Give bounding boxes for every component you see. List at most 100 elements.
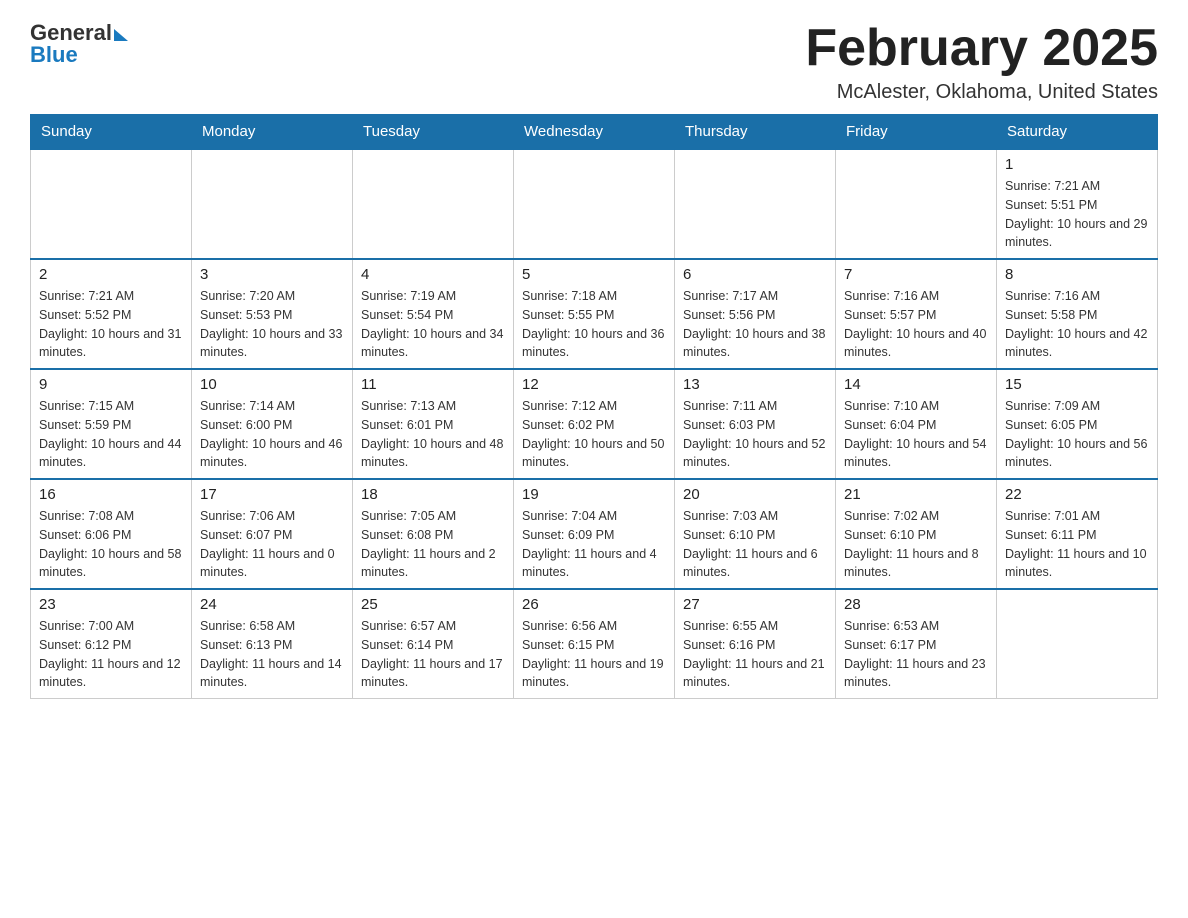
day-number: 8 bbox=[1005, 266, 1149, 283]
day-number: 18 bbox=[361, 486, 505, 503]
calendar-day-cell: 1 Sunrise: 7:21 AMSunset: 5:51 PMDaylight… bbox=[997, 149, 1158, 259]
day-number: 11 bbox=[361, 376, 505, 393]
calendar-day-cell: 15 Sunrise: 7:09 AMSunset: 6:05 PMDayligh… bbox=[997, 369, 1158, 479]
day-of-week-header: Saturday bbox=[997, 115, 1158, 150]
day-number: 13 bbox=[683, 376, 827, 393]
calendar-day-cell: 18 Sunrise: 7:05 AMSunset: 6:08 PMDayligh… bbox=[353, 479, 514, 589]
day-info: Sunrise: 7:02 AMSunset: 6:10 PMDaylight:… bbox=[844, 507, 988, 582]
day-number: 7 bbox=[844, 266, 988, 283]
day-info: Sunrise: 6:58 AMSunset: 6:13 PMDaylight:… bbox=[200, 617, 344, 692]
day-info: Sunrise: 7:19 AMSunset: 5:54 PMDaylight:… bbox=[361, 287, 505, 362]
logo: General Blue bbox=[30, 20, 128, 68]
day-number: 5 bbox=[522, 266, 666, 283]
day-info: Sunrise: 7:01 AMSunset: 6:11 PMDaylight:… bbox=[1005, 507, 1149, 582]
calendar-day-cell: 6 Sunrise: 7:17 AMSunset: 5:56 PMDaylight… bbox=[675, 259, 836, 369]
day-info: Sunrise: 7:00 AMSunset: 6:12 PMDaylight:… bbox=[39, 617, 183, 692]
calendar-day-cell: 5 Sunrise: 7:18 AMSunset: 5:55 PMDaylight… bbox=[514, 259, 675, 369]
day-of-week-header: Monday bbox=[192, 115, 353, 150]
day-number: 15 bbox=[1005, 376, 1149, 393]
day-of-week-header: Tuesday bbox=[353, 115, 514, 150]
day-of-week-header: Thursday bbox=[675, 115, 836, 150]
day-info: Sunrise: 7:09 AMSunset: 6:05 PMDaylight:… bbox=[1005, 397, 1149, 472]
day-number: 19 bbox=[522, 486, 666, 503]
calendar-day-cell: 22 Sunrise: 7:01 AMSunset: 6:11 PMDayligh… bbox=[997, 479, 1158, 589]
day-info: Sunrise: 7:05 AMSunset: 6:08 PMDaylight:… bbox=[361, 507, 505, 582]
day-info: Sunrise: 7:14 AMSunset: 6:00 PMDaylight:… bbox=[200, 397, 344, 472]
calendar-day-cell: 13 Sunrise: 7:11 AMSunset: 6:03 PMDayligh… bbox=[675, 369, 836, 479]
calendar-day-cell: 16 Sunrise: 7:08 AMSunset: 6:06 PMDayligh… bbox=[31, 479, 192, 589]
day-number: 21 bbox=[844, 486, 988, 503]
day-info: Sunrise: 7:03 AMSunset: 6:10 PMDaylight:… bbox=[683, 507, 827, 582]
day-of-week-header: Wednesday bbox=[514, 115, 675, 150]
day-info: Sunrise: 7:18 AMSunset: 5:55 PMDaylight:… bbox=[522, 287, 666, 362]
day-info: Sunrise: 7:16 AMSunset: 5:58 PMDaylight:… bbox=[1005, 287, 1149, 362]
calendar-day-cell bbox=[514, 149, 675, 259]
calendar-day-cell: 2 Sunrise: 7:21 AMSunset: 5:52 PMDaylight… bbox=[31, 259, 192, 369]
calendar-day-cell: 10Sunrise: 7:14 AMSunset: 6:00 PMDayligh… bbox=[192, 369, 353, 479]
day-info: Sunrise: 6:53 AMSunset: 6:17 PMDaylight:… bbox=[844, 617, 988, 692]
calendar-header-row: SundayMondayTuesdayWednesdayThursdayFrid… bbox=[31, 115, 1158, 150]
calendar-day-cell: 14 Sunrise: 7:10 AMSunset: 6:04 PMDayligh… bbox=[836, 369, 997, 479]
day-number: 12 bbox=[522, 376, 666, 393]
calendar-day-cell: 26Sunrise: 6:56 AMSunset: 6:15 PMDayligh… bbox=[514, 589, 675, 699]
calendar-day-cell: 21 Sunrise: 7:02 AMSunset: 6:10 PMDayligh… bbox=[836, 479, 997, 589]
day-number: 14 bbox=[844, 376, 988, 393]
day-info: Sunrise: 7:04 AMSunset: 6:09 PMDaylight:… bbox=[522, 507, 666, 582]
day-number: 24 bbox=[200, 596, 344, 613]
day-number: 27 bbox=[683, 596, 827, 613]
day-of-week-header: Sunday bbox=[31, 115, 192, 150]
logo-blue-text: Blue bbox=[30, 42, 78, 68]
day-info: Sunrise: 7:21 AMSunset: 5:51 PMDaylight:… bbox=[1005, 177, 1149, 252]
day-info: Sunrise: 7:12 AMSunset: 6:02 PMDaylight:… bbox=[522, 397, 666, 472]
calendar-day-cell: 20 Sunrise: 7:03 AMSunset: 6:10 PMDayligh… bbox=[675, 479, 836, 589]
calendar-week-row: 1 Sunrise: 7:21 AMSunset: 5:51 PMDaylight… bbox=[31, 149, 1158, 259]
day-number: 16 bbox=[39, 486, 183, 503]
day-number: 23 bbox=[39, 596, 183, 613]
calendar-week-row: 16 Sunrise: 7:08 AMSunset: 6:06 PMDayligh… bbox=[31, 479, 1158, 589]
day-number: 26 bbox=[522, 596, 666, 613]
day-info: Sunrise: 6:57 AMSunset: 6:14 PMDaylight:… bbox=[361, 617, 505, 692]
day-number: 3 bbox=[200, 266, 344, 283]
day-info: Sunrise: 7:06 AMSunset: 6:07 PMDaylight:… bbox=[200, 507, 344, 582]
calendar-day-cell bbox=[353, 149, 514, 259]
calendar-day-cell: 24 Sunrise: 6:58 AMSunset: 6:13 PMDayligh… bbox=[192, 589, 353, 699]
calendar-day-cell: 9 Sunrise: 7:15 AMSunset: 5:59 PMDaylight… bbox=[31, 369, 192, 479]
calendar-day-cell: 3 Sunrise: 7:20 AMSunset: 5:53 PMDaylight… bbox=[192, 259, 353, 369]
calendar-day-cell bbox=[836, 149, 997, 259]
calendar-week-row: 23 Sunrise: 7:00 AMSunset: 6:12 PMDayligh… bbox=[31, 589, 1158, 699]
calendar-day-cell: 23 Sunrise: 7:00 AMSunset: 6:12 PMDayligh… bbox=[31, 589, 192, 699]
calendar-day-cell bbox=[675, 149, 836, 259]
calendar-day-cell: 4 Sunrise: 7:19 AMSunset: 5:54 PMDaylight… bbox=[353, 259, 514, 369]
day-info: Sunrise: 7:11 AMSunset: 6:03 PMDaylight:… bbox=[683, 397, 827, 472]
day-info: Sunrise: 7:10 AMSunset: 6:04 PMDaylight:… bbox=[844, 397, 988, 472]
day-info: Sunrise: 7:08 AMSunset: 6:06 PMDaylight:… bbox=[39, 507, 183, 582]
calendar-day-cell: 11 Sunrise: 7:13 AMSunset: 6:01 PMDayligh… bbox=[353, 369, 514, 479]
day-number: 22 bbox=[1005, 486, 1149, 503]
day-number: 4 bbox=[361, 266, 505, 283]
calendar-day-cell: 8 Sunrise: 7:16 AMSunset: 5:58 PMDaylight… bbox=[997, 259, 1158, 369]
day-number: 17 bbox=[200, 486, 344, 503]
day-info: Sunrise: 7:13 AMSunset: 6:01 PMDaylight:… bbox=[361, 397, 505, 472]
day-info: Sunrise: 6:55 AMSunset: 6:16 PMDaylight:… bbox=[683, 617, 827, 692]
calendar-table: SundayMondayTuesdayWednesdayThursdayFrid… bbox=[30, 114, 1158, 699]
day-number: 6 bbox=[683, 266, 827, 283]
day-of-week-header: Friday bbox=[836, 115, 997, 150]
location: McAlester, Oklahoma, United States bbox=[805, 81, 1158, 104]
calendar-day-cell bbox=[31, 149, 192, 259]
calendar-day-cell: 25 Sunrise: 6:57 AMSunset: 6:14 PMDayligh… bbox=[353, 589, 514, 699]
day-info: Sunrise: 7:17 AMSunset: 5:56 PMDaylight:… bbox=[683, 287, 827, 362]
calendar-week-row: 2 Sunrise: 7:21 AMSunset: 5:52 PMDaylight… bbox=[31, 259, 1158, 369]
day-number: 28 bbox=[844, 596, 988, 613]
day-info: Sunrise: 7:20 AMSunset: 5:53 PMDaylight:… bbox=[200, 287, 344, 362]
day-number: 20 bbox=[683, 486, 827, 503]
logo-arrow-icon bbox=[114, 29, 128, 41]
month-title: February 2025 bbox=[805, 20, 1158, 77]
calendar-week-row: 9 Sunrise: 7:15 AMSunset: 5:59 PMDaylight… bbox=[31, 369, 1158, 479]
day-number: 25 bbox=[361, 596, 505, 613]
day-info: Sunrise: 7:21 AMSunset: 5:52 PMDaylight:… bbox=[39, 287, 183, 362]
day-number: 9 bbox=[39, 376, 183, 393]
day-number: 2 bbox=[39, 266, 183, 283]
day-info: Sunrise: 7:15 AMSunset: 5:59 PMDaylight:… bbox=[39, 397, 183, 472]
day-number: 1 bbox=[1005, 156, 1149, 173]
calendar-day-cell: 27 Sunrise: 6:55 AMSunset: 6:16 PMDayligh… bbox=[675, 589, 836, 699]
